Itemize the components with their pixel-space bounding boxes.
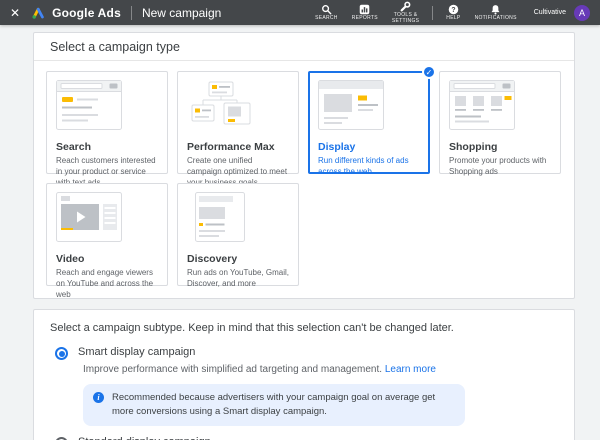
card-title: Search — [56, 141, 92, 153]
info-icon: i — [93, 392, 104, 403]
card-title: Shopping — [449, 141, 498, 153]
help-icon: ? — [448, 4, 459, 15]
subtype-option-label: Smart display campaign — [78, 346, 196, 358]
selected-check-icon: ✓ — [422, 65, 436, 79]
radio-unselected-icon[interactable] — [55, 436, 68, 440]
discovery-campaign-icon — [187, 192, 289, 247]
subtype-intro-text: Select a campaign subtype. Keep in mind … — [50, 322, 454, 334]
card-title: Discovery — [187, 253, 238, 265]
campaign-subtype-panel: Select a campaign subtype. Keep in mind … — [33, 309, 575, 440]
campaign-card-display[interactable]: ✓ Display Run different kinds of ads acr… — [308, 65, 436, 176]
card-description: Run ads on YouTube, Gmail, Discover, and… — [187, 268, 289, 288]
campaign-type-grid: Search Reach customers interested in you… — [34, 61, 574, 299]
search-icon — [321, 4, 332, 15]
search-nav-button[interactable]: SEARCH — [315, 4, 338, 22]
reports-icon — [359, 4, 370, 15]
card-description: Run different kinds of ads across the we… — [318, 156, 409, 176]
notifications-nav-label: NOTIFICATIONS — [474, 14, 517, 21]
help-nav-button[interactable]: ? HELP — [446, 4, 460, 22]
campaign-card-discovery[interactable]: Discovery Run ads on YouTube, Gmail, Dis… — [177, 183, 299, 288]
subtype-option-description: Improve performance with simplified ad t… — [83, 364, 558, 375]
top-app-bar: ✕ Google Ads New campaign SEARCH REPORTS… — [0, 0, 600, 25]
account-name: Cultivative — [533, 9, 566, 16]
search-nav-label: SEARCH — [315, 14, 338, 21]
notifications-nav-button[interactable]: NOTIFICATIONS — [475, 4, 517, 22]
search-campaign-icon — [56, 80, 158, 135]
radio-selected-icon[interactable] — [55, 347, 68, 360]
topbar-divider — [432, 5, 434, 20]
help-nav-label: HELP — [446, 14, 461, 21]
subtype-option-label: Standard display campaign — [78, 436, 211, 440]
page-title: New campaign — [141, 5, 222, 20]
reports-nav-button[interactable]: REPORTS — [352, 4, 378, 22]
reports-nav-label: REPORTS — [351, 14, 378, 21]
campaign-card-search[interactable]: Search Reach customers interested in you… — [46, 71, 168, 187]
campaign-type-heading: Select a campaign type — [34, 33, 574, 61]
brand-name: Google Ads — [52, 5, 121, 20]
display-campaign-icon — [318, 80, 420, 135]
learn-more-link[interactable]: Learn more — [385, 364, 436, 375]
svg-text:?: ? — [451, 7, 455, 14]
subtype-option-standard-display[interactable]: Standard display campaign — [50, 436, 558, 440]
card-title: Display — [318, 141, 356, 153]
tools-settings-nav-label: TOOLS & SETTINGS — [391, 12, 420, 24]
recommendation-text: Recommended because advertisers with you… — [112, 392, 436, 417]
recommendation-banner: i Recommended because advertisers with y… — [83, 384, 465, 426]
google-ads-logo-icon — [30, 6, 46, 20]
subtype-option-smart-display[interactable]: Smart display campaign — [50, 346, 558, 360]
close-icon[interactable]: ✕ — [10, 7, 20, 19]
tools-settings-nav-button[interactable]: TOOLS & SETTINGS — [392, 1, 419, 24]
card-title: Video — [56, 253, 85, 265]
campaign-card-video[interactable]: Video Reach and engage viewers on YouTub… — [46, 183, 168, 299]
card-description: Promote your products with Shopping ads — [449, 156, 547, 176]
wrench-icon — [400, 1, 411, 12]
topbar-divider — [130, 5, 132, 20]
card-title: Performance Max — [187, 141, 275, 153]
campaign-card-shopping[interactable]: Shopping Promote your products with Shop… — [439, 71, 561, 176]
shopping-campaign-icon — [449, 80, 551, 135]
video-campaign-icon — [56, 192, 158, 247]
avatar[interactable]: A — [574, 4, 590, 21]
subtype-option-description-text: Improve performance with simplified ad t… — [83, 364, 383, 375]
campaign-type-panel: Select a campaign type Search Reach cust… — [33, 32, 575, 299]
campaign-card-performance-max[interactable]: Performance Max Create one unified campa… — [177, 71, 299, 187]
card-description: Reach and engage viewers on YouTube and … — [56, 268, 154, 299]
performance-max-campaign-icon — [187, 80, 289, 135]
bell-icon — [490, 4, 501, 15]
